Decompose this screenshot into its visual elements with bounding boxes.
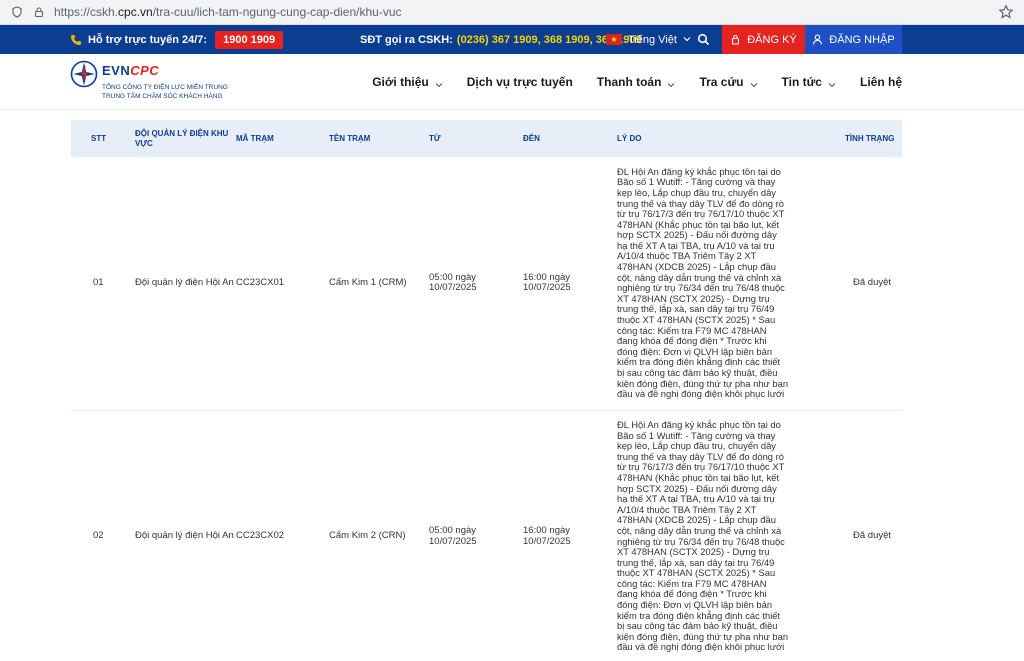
nav-item-dich-vu-truc-tuyen[interactable]: Dịch vụ trực tuyến <box>467 75 573 89</box>
phone-icon <box>70 34 82 46</box>
cell-den: 16:00 ngày 10/07/2025 <box>523 157 617 411</box>
col-header-ly-do: LÝ DO <box>617 133 642 143</box>
col-header-stt: STT <box>91 133 107 143</box>
logo-text: EVNCPC TỔNG CÔNG TY ĐIỆN LỰC MIỀN TRUNG … <box>102 60 228 101</box>
user-plus-icon <box>730 34 741 45</box>
language-label: Tiếng Việt <box>628 33 677 46</box>
cskh-phone-info: SĐT gọi ra CSKH: (0236) 367 1909, 368 19… <box>360 25 642 54</box>
col-header-tu: TỪ <box>429 133 441 143</box>
lock-icon[interactable] <box>32 5 46 19</box>
browser-address-bar: https://cskh.cpc.vn/tra-cuu/lich-tam-ngu… <box>0 0 1024 25</box>
cell-ma-tram: CC23CX01 <box>236 157 329 411</box>
user-icon <box>812 34 823 45</box>
evn-logo-icon <box>70 60 98 88</box>
bookmark-star-icon[interactable] <box>998 4 1014 20</box>
cell-stt: 01 <box>71 157 135 411</box>
vietnam-flag-icon: ★ <box>606 34 622 45</box>
hotline-number-badge[interactable]: 1900 1909 <box>215 30 284 49</box>
site-header: EVNCPC TỔNG CÔNG TY ĐIỆN LỰC MIỀN TRUNG … <box>0 54 1024 110</box>
top-info-bar: Hỗ trợ trực tuyến 24/7: 1900 1909 SĐT gọ… <box>0 25 1024 54</box>
chevron-down-icon <box>435 78 443 88</box>
col-header-tinh-trang: TÌNH TRẠNG <box>845 133 895 143</box>
login-button[interactable]: ĐĂNG NHẬP <box>805 25 902 54</box>
nav-item-thanh-toan[interactable]: Thanh toán <box>597 75 676 89</box>
chevron-down-icon <box>683 35 691 45</box>
col-header-doi-quan-ly: ĐỘI QUẢN LÝ ĐIỆN KHU VỰC <box>135 128 229 148</box>
col-header-ma-tram: MÃ TRẠM <box>236 133 274 143</box>
chevron-down-icon <box>667 78 675 88</box>
cell-doi-quan-ly: Đội quản lý điện Hội An <box>135 410 236 661</box>
nav-item-tin-tuc[interactable]: Tin tức <box>782 75 836 89</box>
hotline: Hỗ trợ trực tuyến 24/7: 1900 1909 <box>70 30 284 49</box>
nav-item-gioi-thieu[interactable]: Giới thiệu <box>372 75 443 89</box>
login-label: ĐĂNG NHẬP <box>829 33 895 46</box>
logo-brand: EVNCPC <box>102 63 160 78</box>
table-row: 01 Đội quản lý điện Hội An CC23CX01 Cẩm … <box>71 157 902 411</box>
cell-tu: 05:00 ngày 10/07/2025 <box>429 157 523 411</box>
cell-ma-tram: CC23CX02 <box>236 410 329 661</box>
table-row: 02 Đội quản lý điện Hội An CC23CX02 Cẩm … <box>71 410 902 661</box>
power-outage-schedule: STT ĐỘI QUẢN LÝ ĐIỆN KHU VỰC MÃ TRẠM TÊN… <box>71 120 902 661</box>
cell-tinh-trang: Đã duyệt <box>795 410 902 661</box>
cell-doi-quan-ly: Đội quản lý điện Hội An <box>135 157 236 411</box>
evncpc-logo[interactable]: EVNCPC TỔNG CÔNG TY ĐIỆN LỰC MIỀN TRUNG … <box>70 60 228 101</box>
table-header-row: STT ĐỘI QUẢN LÝ ĐIỆN KHU VỰC MÃ TRẠM TÊN… <box>71 120 902 157</box>
col-header-ten-tram: TÊN TRẠM <box>329 133 371 143</box>
col-header-den: ĐẾN <box>523 133 540 143</box>
main-nav: Giới thiệu Dịch vụ trực tuyến Thanh toán… <box>348 54 902 110</box>
cskh-label: SĐT gọi ra CSKH: <box>360 33 453 46</box>
logo-subtitle-2: TRUNG TÂM CHĂM SÓC KHÁCH HÀNG <box>102 93 223 100</box>
hotline-label: Hỗ trợ trực tuyến 24/7: <box>88 33 208 46</box>
cell-tinh-trang: Đã duyệt <box>795 157 902 411</box>
cell-ten-tram: Cẩm Kim 1 (CRM) <box>329 157 429 411</box>
schedule-table: STT ĐỘI QUẢN LÝ ĐIỆN KHU VỰC MÃ TRẠM TÊN… <box>71 120 902 661</box>
register-button[interactable]: ĐĂNG KÝ <box>722 25 805 54</box>
logo-subtitle-1: TỔNG CÔNG TY ĐIỆN LỰC MIỀN TRUNG <box>102 84 228 91</box>
url-text[interactable]: https://cskh.cpc.vn/tra-cuu/lich-tam-ngu… <box>54 5 998 19</box>
cell-tu: 05:00 ngày 10/07/2025 <box>429 410 523 661</box>
nav-item-tra-cuu[interactable]: Tra cứu <box>699 75 757 89</box>
cell-ly-do: ĐL Hội An đăng ký khắc phục tồn tại do B… <box>617 157 795 411</box>
cell-stt: 02 <box>71 410 135 661</box>
cell-ly-do: ĐL Hội An đăng ký khắc phục tồn tại do B… <box>617 410 795 661</box>
search-icon[interactable] <box>697 33 710 46</box>
register-label: ĐĂNG KÝ <box>747 33 797 46</box>
chevron-down-icon <box>828 78 836 88</box>
language-selector[interactable]: ★ Tiếng Việt <box>606 25 691 54</box>
nav-item-lien-he[interactable]: Liên hệ <box>860 75 902 89</box>
site-info-icon[interactable] <box>10 5 24 19</box>
cell-ten-tram: Cẩm Kim 2 (CRN) <box>329 410 429 661</box>
chevron-down-icon <box>750 78 758 88</box>
cell-den: 16:00 ngày 10/07/2025 <box>523 410 617 661</box>
